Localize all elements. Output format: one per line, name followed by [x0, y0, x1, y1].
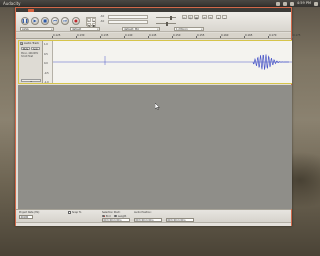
input-meter-label: -60	[100, 20, 105, 23]
timeline-tick-label: 0.135	[101, 33, 109, 37]
chevron-down-icon: ▾	[97, 28, 99, 31]
timeline-tick-label: 0.125	[53, 33, 61, 37]
system-tray: 4:59 PM	[275, 0, 318, 7]
mute-button[interactable]: Mute	[21, 47, 30, 51]
timeline-tick-label: 0.170	[269, 33, 277, 37]
redo-button[interactable]: ↷	[208, 15, 213, 20]
mail-icon[interactable]	[282, 1, 287, 6]
channels-value: 1 (Mono)	[176, 28, 188, 31]
record-icon: ●	[74, 18, 78, 23]
stop-button[interactable]: ■	[41, 17, 49, 25]
vertical-ruler-label: 0.0	[44, 62, 48, 65]
solo-button[interactable]: Solo	[31, 47, 40, 51]
waveform-area[interactable]	[53, 41, 292, 83]
input-device-select[interactable]: default: Mic ▾	[122, 27, 160, 31]
selection-tool[interactable]: I	[87, 18, 91, 23]
draw-tool[interactable]: ✎	[87, 22, 91, 28]
chevron-down-icon: ▾	[51, 28, 53, 31]
track-format: 32-bit float	[21, 55, 34, 58]
output-meter[interactable]	[108, 14, 148, 19]
playback-volume-slider[interactable]	[156, 15, 176, 20]
stop-icon: ■	[43, 18, 47, 23]
end-radio[interactable]	[102, 214, 105, 217]
skip-start-button[interactable]: ⏮	[51, 17, 59, 25]
skip-end-icon: ⏭	[63, 18, 67, 23]
network-icon[interactable]	[275, 1, 280, 6]
snap-to-label: Snap To	[72, 211, 82, 214]
vertical-ruler-label: 1.0	[44, 43, 48, 46]
output-meter-label: -60	[100, 15, 105, 18]
multi-tool[interactable]: ✱	[91, 22, 96, 28]
chevron-down-icon: ▾	[157, 28, 159, 31]
toolbar-area: ❚❚ ▶ ■ ⏮ ⏭ ● I ↔ ✎ ✱ -60 -60 ✂ ⎘ ▤ ↶ ↷ +…	[16, 12, 291, 32]
timeline-tick-label: 0.140	[125, 33, 133, 37]
timeline-tick-label: 0.130	[77, 33, 85, 37]
channels-select[interactable]: 1 (Mono) ▾	[174, 27, 204, 31]
audio-host-value: ALSA	[22, 28, 29, 31]
audio-track: × Audio Track Mute Solo Mono, 44100Hz 32…	[18, 40, 292, 84]
selection-toolbar: Project Rate (Hz): 44100 Snap To Selecti…	[16, 209, 291, 222]
clock[interactable]: 4:59 PM	[297, 0, 311, 7]
zoom-in-button[interactable]: +	[216, 15, 221, 20]
status-bar	[16, 222, 291, 226]
output-device-select[interactable]: default ▾	[70, 27, 100, 31]
mouse-pointer-icon	[155, 103, 160, 110]
input-device-value: default: Mic	[124, 28, 140, 31]
paste-button[interactable]: ▤	[194, 15, 199, 20]
vertical-ruler-label: -1.0	[44, 81, 49, 84]
timeshift-tool[interactable]: ↔	[91, 18, 96, 23]
timeline-tick-label: 0.160	[221, 33, 229, 37]
copy-button[interactable]: ⎘	[188, 15, 193, 20]
chevron-down-icon: ▾	[201, 28, 203, 31]
length-radio[interactable]	[114, 214, 117, 217]
timeline-tick-label: 0.150	[173, 33, 181, 37]
vertical-ruler[interactable]: 1.0 0.5 0.0 -0.5 -1.0	[43, 41, 53, 84]
audacity-window: ❚❚ ▶ ■ ⏮ ⏭ ● I ↔ ✎ ✱ -60 -60 ✂ ⎘ ▤ ↶ ↷ +…	[15, 7, 300, 226]
skip-start-icon: ⏮	[53, 18, 57, 23]
volume-icon[interactable]	[289, 1, 294, 6]
skip-end-button[interactable]: ⏭	[61, 17, 69, 25]
track-control-panel: × Audio Track Mute Solo Mono, 44100Hz 32…	[19, 41, 43, 83]
active-app-name: Audacity	[3, 1, 21, 6]
timeline-tick-label: 0.145	[149, 33, 157, 37]
track-close-button[interactable]: ×	[20, 42, 23, 46]
timeline-ruler[interactable]: 0.125 0.130 0.135 0.140 0.145 0.150 0.155 0.160…	[16, 33, 300, 39]
timeline-tick-label: 0.155	[197, 33, 205, 37]
pause-button[interactable]: ❚❚	[21, 17, 29, 25]
undo-button[interactable]: ↶	[202, 15, 207, 20]
project-rate-label: Project Rate (Hz):	[19, 211, 40, 214]
recording-volume-slider[interactable]	[156, 21, 176, 26]
output-device-value: default	[72, 28, 82, 31]
power-icon[interactable]	[314, 1, 318, 6]
track-collapse-button[interactable]: ▴	[21, 79, 41, 83]
input-meter[interactable]	[108, 19, 148, 24]
timeline-tick-label: 0.165	[245, 33, 253, 37]
track-name-menu[interactable]: Audio Track	[24, 42, 39, 45]
project-rate-select[interactable]: 44100	[19, 215, 33, 219]
audio-position-label: Audio Position:	[134, 211, 152, 214]
waveform-burst	[252, 54, 289, 70]
pause-icon: ❚❚	[21, 18, 29, 23]
vertical-ruler-label: 0.5	[44, 52, 48, 56]
audio-host-select[interactable]: ALSA ▾	[20, 27, 54, 31]
zoom-out-button[interactable]: −	[222, 15, 227, 20]
vertical-ruler-label: -0.5	[44, 71, 49, 75]
play-icon: ▶	[33, 18, 37, 23]
cut-button[interactable]: ✂	[182, 15, 187, 20]
top-panel: Audacity 4:59 PM	[0, 0, 320, 7]
timeline-tick-label: 0.175	[293, 33, 301, 37]
tools-toolbar: I ↔ ✎ ✱	[86, 17, 96, 28]
waveform	[53, 54, 292, 70]
play-button[interactable]: ▶	[31, 17, 39, 25]
snap-to-checkbox[interactable]	[68, 211, 71, 214]
record-button[interactable]: ●	[72, 17, 80, 25]
